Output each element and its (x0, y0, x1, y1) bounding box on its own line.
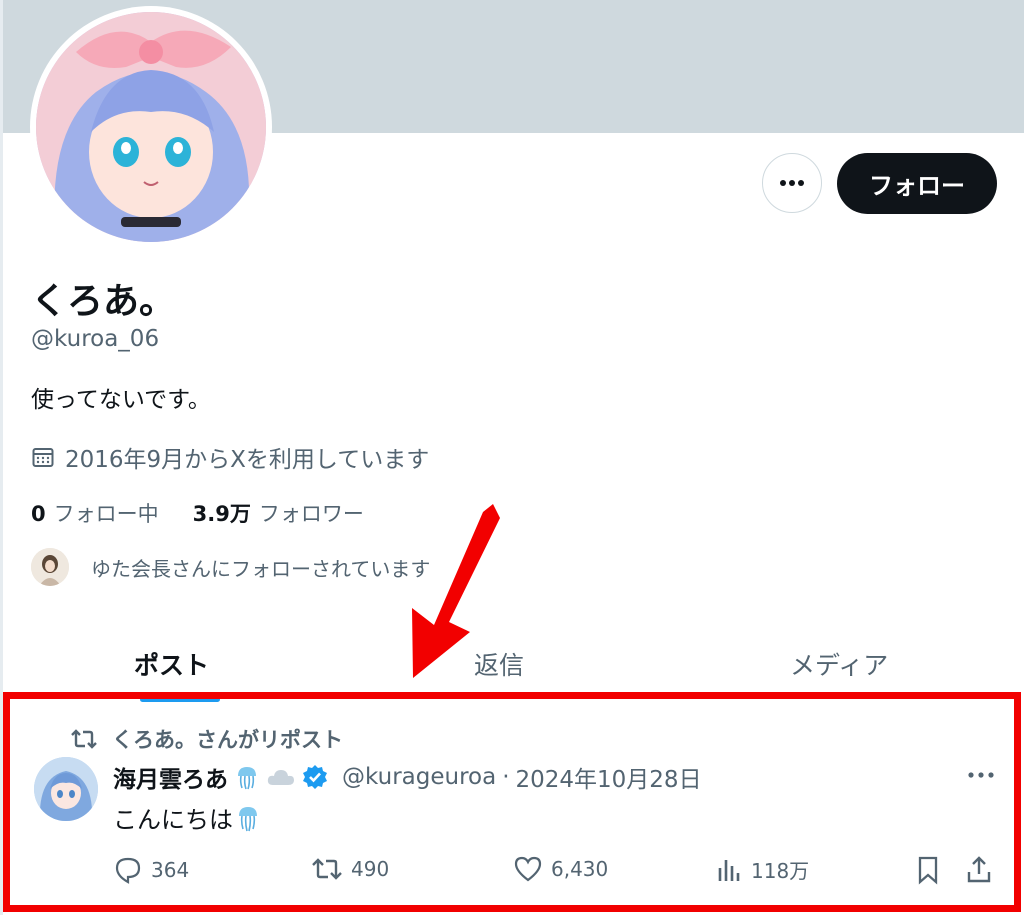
profile-bio: 使ってないです。 (31, 387, 211, 413)
follow-stats: 0 フォロー中 3.9万 フォロワー (31, 498, 364, 528)
follower-avatar (31, 548, 69, 586)
avatar-illustration (36, 12, 266, 242)
profile-avatar[interactable] (36, 12, 266, 242)
followers-count: 3.9万 (192, 502, 251, 526)
join-date-text: 2016年9月からXを利用しています (65, 447, 430, 473)
calendar-icon (32, 448, 54, 467)
following-count: 0 (31, 502, 46, 526)
tab-media[interactable]: メディア (790, 646, 888, 682)
follow-button[interactable]: フォロー (837, 153, 997, 214)
followed-by-link[interactable]: ゆた会長さんにフォローされています (31, 548, 430, 586)
following-label: フォロー中 (53, 502, 159, 526)
join-date: 2016年9月からXを利用しています (31, 440, 429, 474)
profile-display-name: くろあ。 (31, 281, 176, 322)
following-link[interactable]: 0 フォロー中 (31, 498, 159, 528)
profile-avatar-frame[interactable] (30, 6, 272, 248)
followed-by-text: ゆた会長さんにフォローされています (91, 556, 431, 581)
profile-handle: @kuroa_06 (31, 326, 160, 352)
followers-link[interactable]: 3.9万 フォロワー (193, 498, 364, 528)
highlight-box (3, 692, 1021, 912)
followers-label: フォロワー (258, 502, 364, 526)
tab-posts[interactable]: ポスト (134, 646, 209, 682)
profile-tabs: ポスト 返信 メディア (0, 628, 1024, 700)
more-horizontal-icon (780, 180, 804, 186)
tab-replies[interactable]: 返信 (474, 646, 524, 682)
more-options-button[interactable] (762, 153, 822, 213)
